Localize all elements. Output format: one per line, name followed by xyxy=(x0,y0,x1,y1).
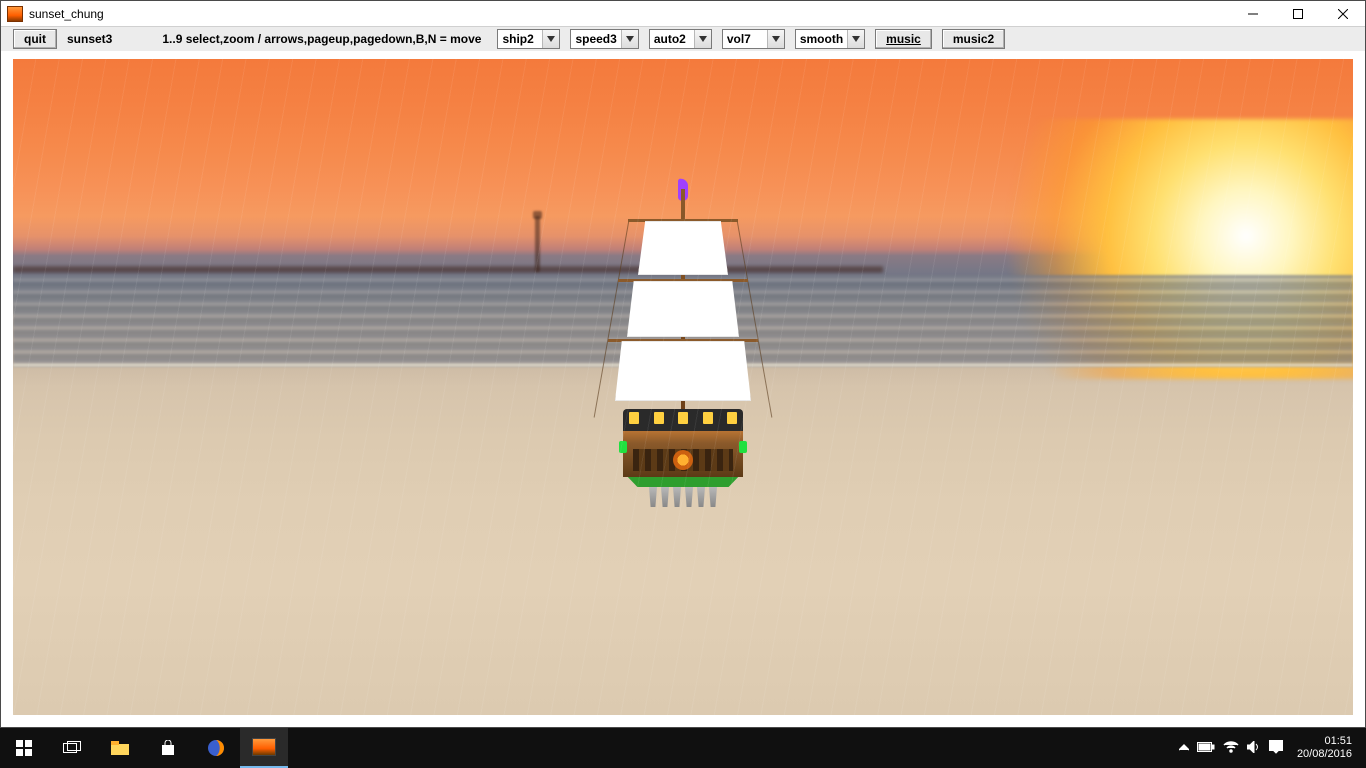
tray-chevron-up-icon[interactable] xyxy=(1179,742,1189,754)
chevron-down-icon xyxy=(767,30,784,48)
application-window: sunset_chung quit sunset3 1..9 select,zo… xyxy=(0,0,1366,728)
window-title: sunset_chung xyxy=(29,7,104,21)
auto-dropdown[interactable]: auto2 xyxy=(649,29,712,49)
app-icon xyxy=(7,6,23,22)
maximize-button[interactable] xyxy=(1275,1,1320,27)
firefox-icon[interactable] xyxy=(192,728,240,768)
ship-dropdown-value: ship2 xyxy=(498,32,542,46)
close-button[interactable] xyxy=(1320,1,1365,27)
ship-dropdown[interactable]: ship2 xyxy=(497,29,560,49)
chevron-down-icon xyxy=(542,30,559,48)
windows-taskbar[interactable]: 01:51 20/08/2016 xyxy=(0,728,1366,768)
chevron-down-icon xyxy=(847,30,864,48)
smooth-dropdown[interactable]: smooth xyxy=(795,29,865,49)
task-view-icon[interactable] xyxy=(48,728,96,768)
chevron-down-icon xyxy=(694,30,711,48)
toolbar: quit sunset3 1..9 select,zoom / arrows,p… xyxy=(1,27,1365,51)
ship-sail xyxy=(615,341,751,401)
vol-dropdown-value: vol7 xyxy=(723,32,767,46)
quit-button[interactable]: quit xyxy=(13,29,57,49)
speed-dropdown[interactable]: speed3 xyxy=(570,29,638,49)
clock-time: 01:51 xyxy=(1297,735,1352,748)
render-canvas[interactable] xyxy=(13,59,1353,715)
music2-button[interactable]: music2 xyxy=(942,29,1005,49)
file-explorer-icon[interactable] xyxy=(96,728,144,768)
clock-date: 20/08/2016 xyxy=(1297,748,1352,761)
minimize-button[interactable] xyxy=(1230,1,1275,27)
lighthouse-silhouette xyxy=(535,216,540,272)
action-center-icon[interactable] xyxy=(1269,740,1283,757)
taskbar-app-sunset-chung[interactable] xyxy=(240,728,288,768)
ship-hull xyxy=(623,409,743,499)
system-tray[interactable]: 01:51 20/08/2016 xyxy=(1171,735,1366,761)
volume-icon[interactable] xyxy=(1247,741,1261,756)
speed-dropdown-value: speed3 xyxy=(571,32,620,46)
titlebar[interactable]: sunset_chung xyxy=(1,1,1365,27)
smooth-dropdown-value: smooth xyxy=(796,32,847,46)
controls-hint-label: 1..9 select,zoom / arrows,pageup,pagedow… xyxy=(162,32,481,46)
ship-sprite xyxy=(603,179,763,499)
wifi-icon[interactable] xyxy=(1223,741,1239,756)
taskbar-clock[interactable]: 01:51 20/08/2016 xyxy=(1291,735,1358,761)
scene-status-label: sunset3 xyxy=(67,32,112,46)
ship-sail xyxy=(627,281,739,337)
start-button[interactable] xyxy=(0,728,48,768)
ship-sail xyxy=(638,221,728,275)
store-icon[interactable] xyxy=(144,728,192,768)
music-button[interactable]: music xyxy=(875,29,932,49)
vol-dropdown[interactable]: vol7 xyxy=(722,29,785,49)
auto-dropdown-value: auto2 xyxy=(650,32,694,46)
chevron-down-icon xyxy=(621,30,638,48)
battery-icon[interactable] xyxy=(1197,742,1215,755)
